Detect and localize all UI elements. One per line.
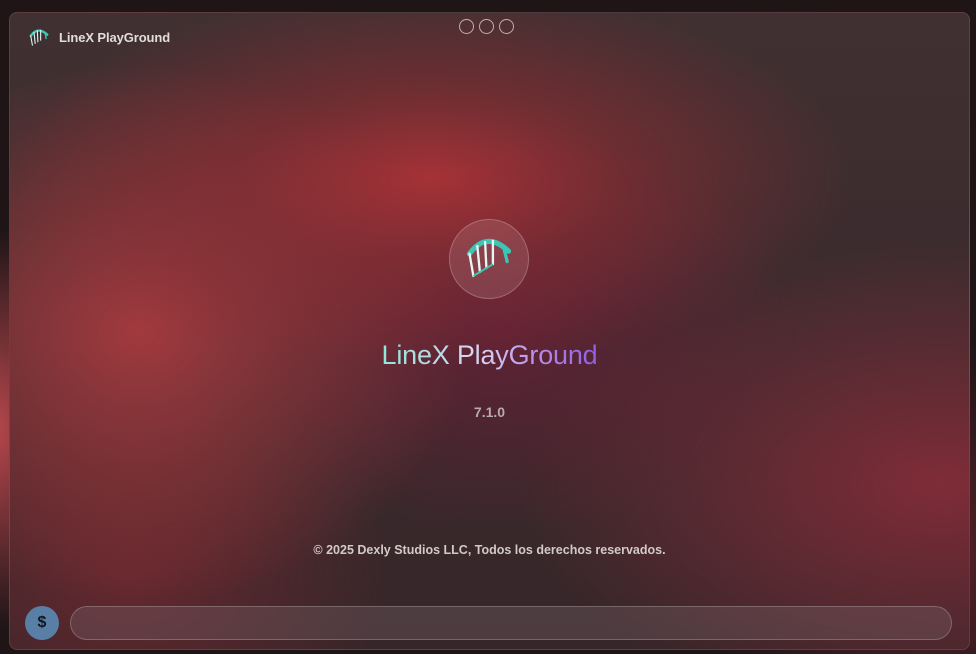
kite-logo-icon: [29, 29, 49, 46]
app-logo: [449, 219, 529, 299]
dollar-icon: $: [37, 614, 47, 631]
command-input[interactable]: [70, 606, 952, 640]
window-title: LineX PlayGround: [59, 30, 171, 45]
minimize-button[interactable]: [459, 19, 474, 34]
kite-logo-icon: [466, 238, 512, 278]
currency-button[interactable]: $: [25, 606, 59, 640]
window-controls: [459, 19, 514, 34]
title-bar[interactable]: LineX PlayGround: [10, 13, 969, 61]
app-name-text: LineX PlayGround: [381, 340, 598, 370]
about-window: LineX PlayGround LineX PlayGround 7.1.0 …: [9, 12, 970, 650]
bottom-bar: $: [10, 603, 969, 643]
app-name: LineX PlayGround: [10, 340, 969, 371]
copyright-text: © 2025 Dexly Studios LLC, Todos los dere…: [313, 543, 666, 557]
maximize-button[interactable]: [479, 19, 494, 34]
app-version: 7.1.0: [473, 404, 506, 420]
close-button[interactable]: [499, 19, 514, 34]
